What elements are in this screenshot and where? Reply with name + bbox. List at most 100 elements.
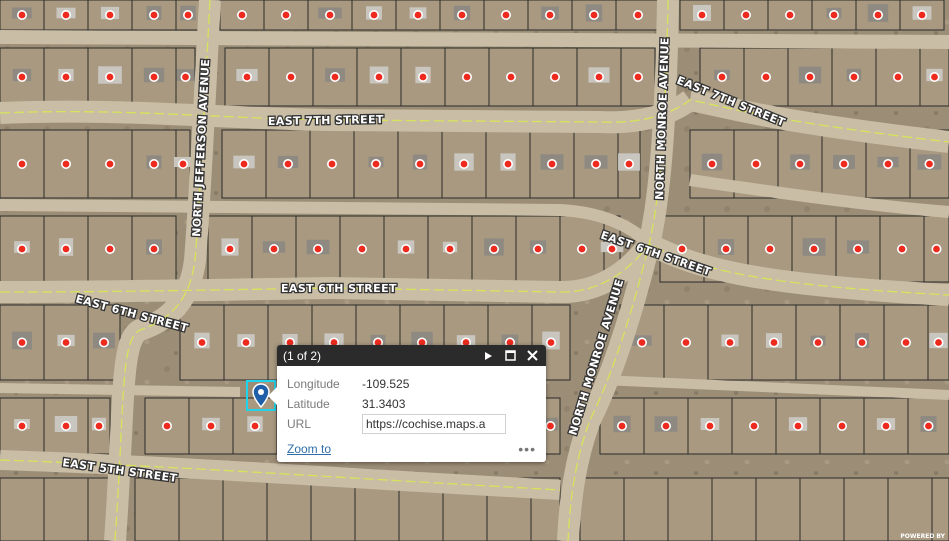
play-next-icon[interactable] (480, 348, 496, 364)
parcel-point[interactable] (329, 72, 340, 83)
parcel-point[interactable] (60, 337, 71, 348)
parcel-point[interactable] (545, 420, 556, 431)
parcel-point[interactable] (326, 159, 337, 170)
parcel-point[interactable] (149, 159, 160, 170)
parcel-point[interactable] (546, 159, 557, 170)
parcel-point[interactable] (60, 244, 71, 255)
parcel-point[interactable] (16, 72, 27, 83)
parcel-point[interactable] (836, 420, 847, 431)
url-value-field[interactable]: https://cochise.maps.a (362, 414, 506, 434)
parcel-point[interactable] (282, 159, 293, 170)
parcel-point[interactable] (149, 72, 160, 83)
parcel-point[interactable] (900, 337, 911, 348)
parcel-point[interactable] (60, 72, 71, 83)
parcel-point[interactable] (99, 337, 110, 348)
parcel-point[interactable] (616, 420, 627, 431)
parcel-point[interactable] (892, 72, 903, 83)
parcel-point[interactable] (748, 420, 759, 431)
close-icon[interactable] (524, 348, 540, 364)
parcel-point[interactable] (105, 72, 116, 83)
parcel-point[interactable] (882, 159, 893, 170)
parcel-point[interactable] (105, 244, 116, 255)
parcel-point[interactable] (162, 420, 173, 431)
parcel-point[interactable] (105, 159, 116, 170)
parcel-point[interactable] (488, 244, 499, 255)
parcel-point[interactable] (285, 72, 296, 83)
parcel-point[interactable] (680, 337, 691, 348)
parcel-point[interactable] (60, 420, 71, 431)
parcel-point[interactable] (828, 10, 839, 20)
parcel-point[interactable] (16, 420, 27, 431)
parcel-point[interactable] (237, 10, 248, 20)
parcel-point[interactable] (792, 420, 803, 431)
parcel-point[interactable] (368, 10, 379, 20)
parcel-point[interactable] (716, 72, 727, 83)
parcel-point[interactable] (268, 244, 279, 255)
parcel-point[interactable] (812, 337, 823, 348)
parcel-point[interactable] (16, 10, 27, 20)
parcel-point[interactable] (324, 10, 335, 20)
parcel-point[interactable] (576, 244, 587, 255)
parcel-point[interactable] (16, 244, 27, 255)
parcel-point[interactable] (872, 10, 883, 20)
parcel-point[interactable] (760, 72, 771, 83)
parcel-point[interactable] (370, 159, 381, 170)
parcel-point[interactable] (505, 72, 516, 83)
parcel-point[interactable] (545, 337, 556, 348)
parcel-point[interactable] (197, 337, 208, 348)
parcel-point[interactable] (456, 10, 467, 20)
parcel-point[interactable] (94, 420, 105, 431)
parcel-point[interactable] (768, 337, 779, 348)
parcel-point[interactable] (933, 337, 944, 348)
parcel-point[interactable] (312, 244, 323, 255)
parcel-point[interactable] (784, 10, 795, 20)
parcel-point[interactable] (808, 244, 819, 255)
parcel-point[interactable] (241, 337, 252, 348)
parcel-point[interactable] (16, 159, 27, 170)
parcel-point[interactable] (373, 72, 384, 83)
parcel-point[interactable] (848, 72, 859, 83)
parcel-point[interactable] (916, 10, 927, 20)
parcel-point[interactable] (502, 159, 513, 170)
parcel-point[interactable] (444, 244, 455, 255)
parcel-point[interactable] (414, 159, 425, 170)
feature-popup[interactable]: (1 of 2) Longitude -109.525 Latitude 31.… (268, 345, 546, 462)
parcel-point[interactable] (720, 244, 731, 255)
parcel-point[interactable] (178, 159, 189, 170)
parcel-point[interactable] (676, 244, 687, 255)
parcel-point[interactable] (225, 244, 236, 255)
parcel-point[interactable] (60, 159, 71, 170)
parcel-point[interactable] (242, 72, 253, 83)
parcel-point[interactable] (880, 420, 891, 431)
parcel-point[interactable] (412, 10, 423, 20)
parcel-point[interactable] (250, 420, 261, 431)
parcel-point[interactable] (636, 337, 647, 348)
parcel-point[interactable] (593, 72, 604, 83)
parcel-point[interactable] (16, 337, 27, 348)
parcel-point[interactable] (461, 72, 472, 83)
parcel-point[interactable] (838, 159, 849, 170)
parcel-point[interactable] (923, 420, 934, 431)
parcel-point[interactable] (632, 72, 643, 83)
parcel-point[interactable] (924, 159, 935, 170)
parcel-point[interactable] (896, 244, 907, 255)
parcel-point[interactable] (931, 244, 942, 255)
maximize-icon[interactable] (502, 348, 518, 364)
parcel-point[interactable] (590, 159, 601, 170)
parcel-point[interactable] (149, 244, 160, 255)
parcel-point[interactable] (852, 244, 863, 255)
parcel-point[interactable] (183, 10, 194, 20)
parcel-point[interactable] (632, 10, 643, 20)
parcel-point[interactable] (706, 159, 717, 170)
parcel-point[interactable] (180, 72, 191, 83)
parcel-point[interactable] (856, 337, 867, 348)
parcel-point[interactable] (696, 10, 707, 20)
more-actions-button[interactable]: ••• (518, 442, 536, 456)
parcel-point[interactable] (750, 159, 761, 170)
parcel-point[interactable] (724, 337, 735, 348)
parcel-point[interactable] (206, 420, 217, 431)
parcel-point[interactable] (417, 72, 428, 83)
parcel-point[interactable] (549, 72, 560, 83)
parcel-point[interactable] (60, 10, 71, 20)
parcel-point[interactable] (704, 420, 715, 431)
